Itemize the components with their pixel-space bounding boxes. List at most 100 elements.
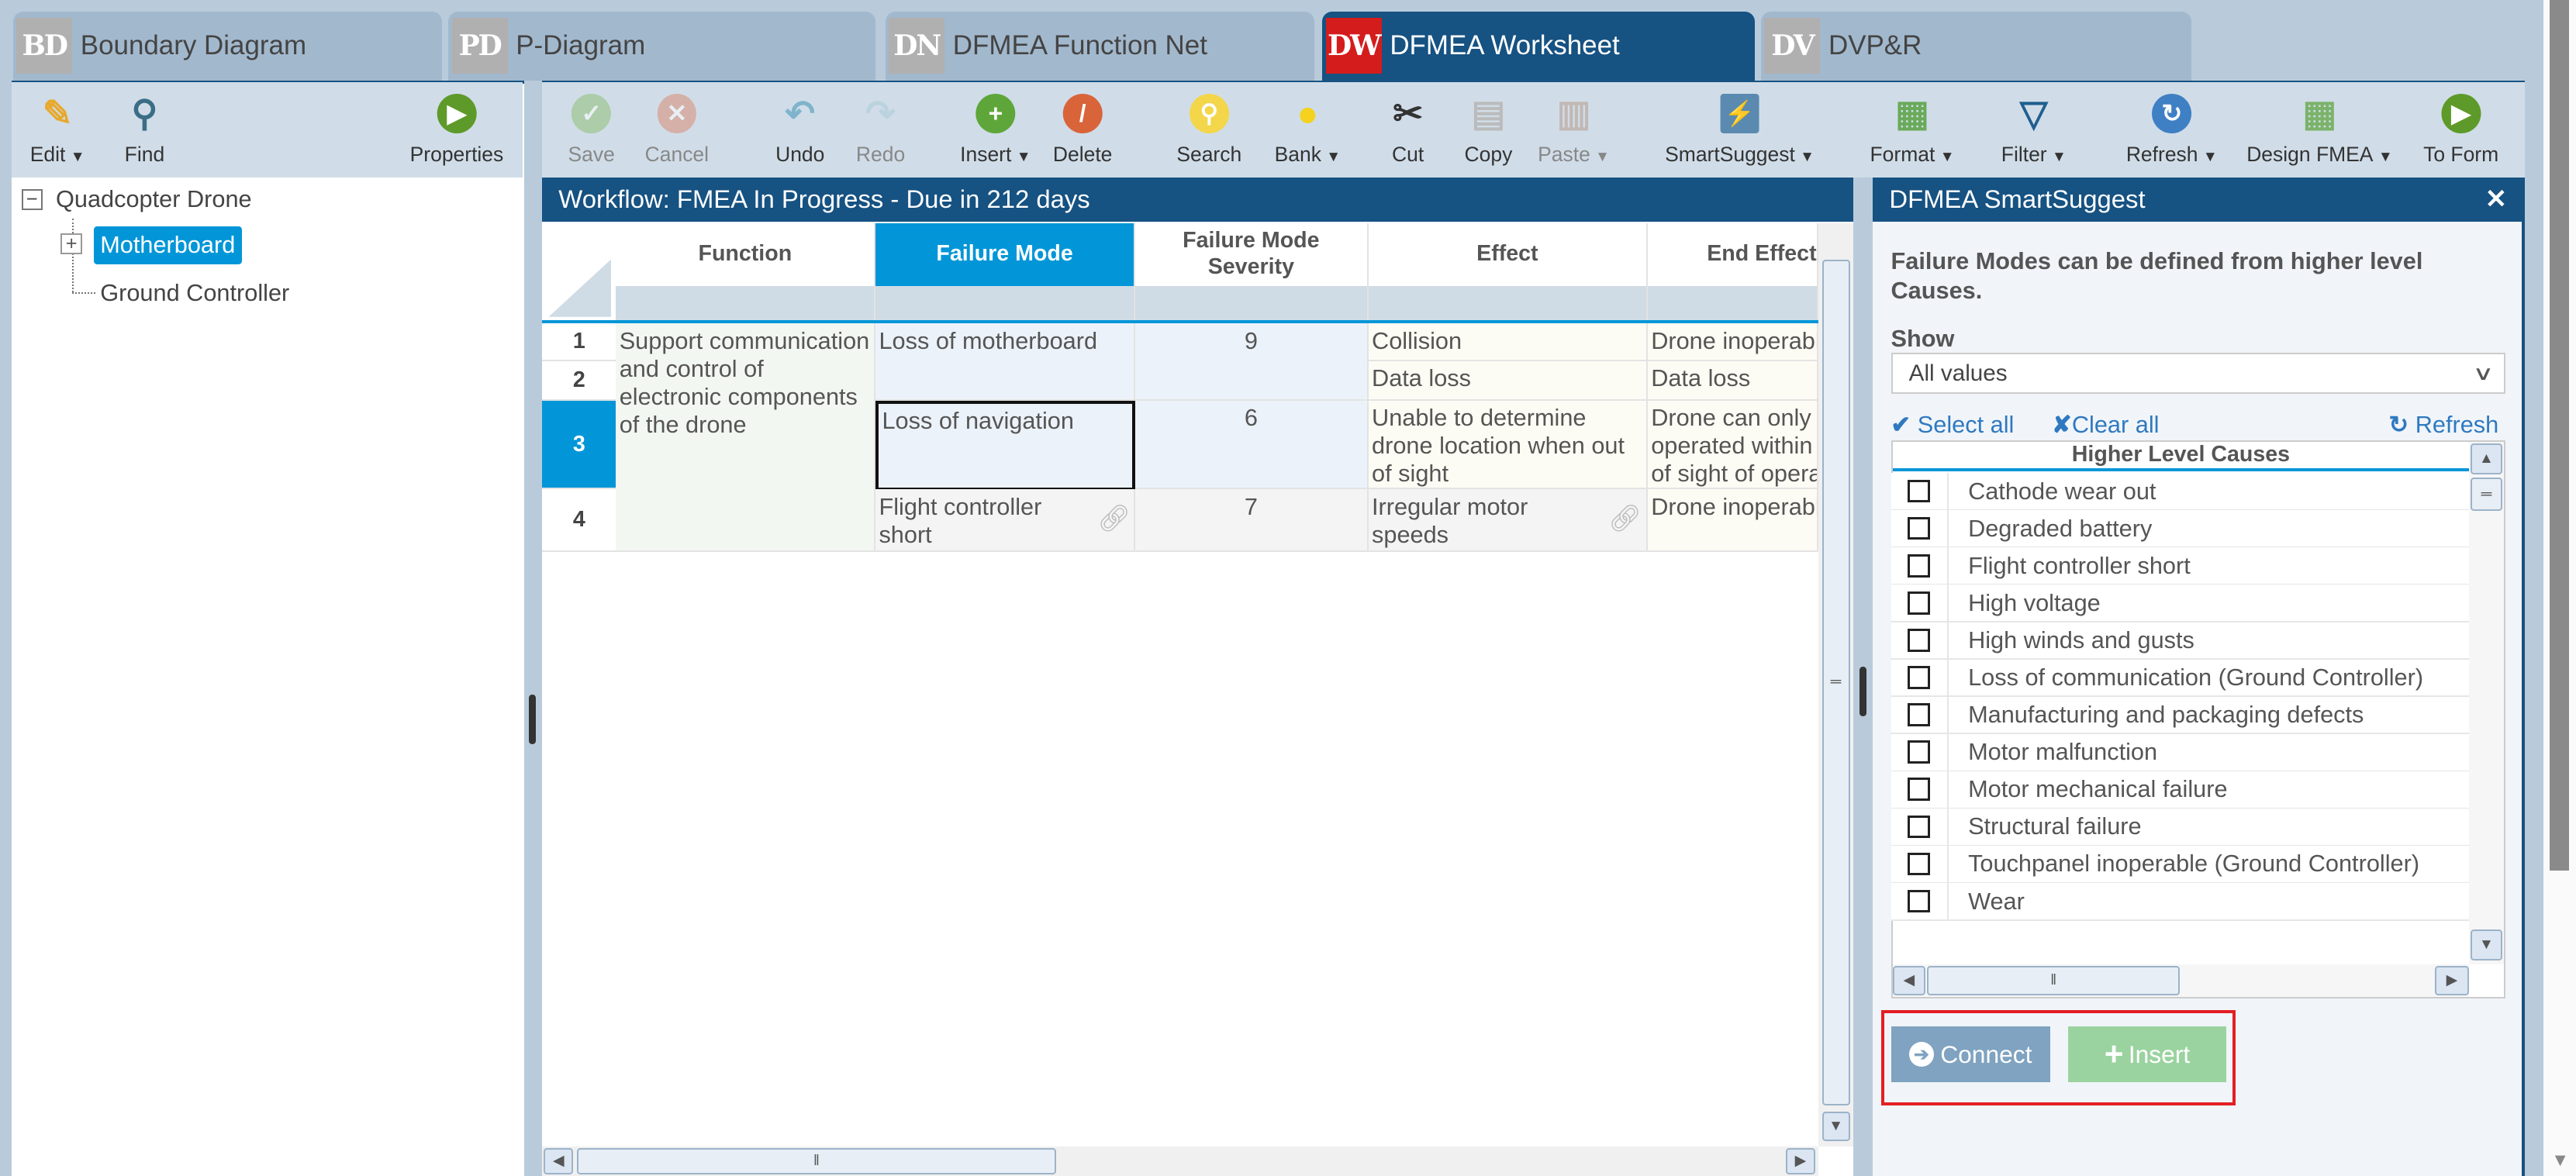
row-number[interactable]: 4 [542,489,616,552]
column-header-severity[interactable]: Failure Mode Severity [1134,223,1369,286]
column-header-failure-mode[interactable]: Failure Mode [875,223,1135,286]
cell-end-effect[interactable]: Drone can only be operated within line o… [1647,400,1819,490]
horizontal-scroll-thumb[interactable]: ‖ [1927,965,2181,995]
column-header-end-effect[interactable]: End Effect [1647,223,1819,286]
tab-boundary-diagram[interactable]: BD Boundary Diagram [12,11,442,81]
cell-end-effect[interactable]: Data loss [1647,361,1819,401]
copy-button[interactable]: ▤ Copy [1465,82,1513,178]
cause-list-item[interactable]: High winds and gusts [1891,622,2470,660]
checkbox[interactable] [1907,554,1931,578]
filter-cell[interactable] [1647,285,1819,321]
list-vertical-scrollbar[interactable]: ▲ ═ ▼ [2469,441,2504,964]
cause-list-item[interactable]: Structural failure [1891,808,2470,847]
clear-all-link[interactable]: ✘Clear all [2052,411,2159,439]
right-splitter[interactable] [1853,177,1873,1176]
checkbox[interactable] [1907,815,1931,839]
cancel-button[interactable]: ✕ Cancel [645,82,709,178]
cell-effect[interactable]: Collision [1368,323,1648,362]
cell-failure-mode-active[interactable]: Loss of navigation [875,400,1135,491]
cell-severity[interactable]: 7 [1134,489,1369,552]
grid-horizontal-scrollbar[interactable]: ◀ ‖ ▶ [542,1146,1819,1176]
search-button[interactable]: ⚲ Search [1176,82,1241,178]
design-fmea-button[interactable]: ▦ Design FMEA ▼ [2246,82,2392,178]
page-scrollbar[interactable]: ▼ [2543,0,2576,1176]
page-scrollbar-thumb[interactable] [2550,0,2570,871]
edit-button[interactable]: ✎ Edit ▼ [30,82,85,178]
redo-button[interactable]: ↷ Redo [856,82,905,178]
filter-cell[interactable] [1368,285,1648,321]
cut-button[interactable]: ✂ Cut [1388,82,1428,178]
delete-button[interactable]: / Delete [1053,82,1112,178]
vertical-scroll-thumb[interactable]: ═ [1822,259,1850,1105]
checkbox[interactable] [1907,479,1931,503]
close-icon[interactable]: ✕ [2485,184,2507,215]
insert-button[interactable]: + Insert ▼ [960,82,1031,178]
cause-list-item[interactable]: Manufacturing and packaging defects [1891,696,2470,735]
checkbox[interactable] [1907,666,1931,689]
filter-cell[interactable] [875,285,1135,321]
cell-severity[interactable]: 9 [1134,323,1369,401]
cause-list-item[interactable]: Wear [1891,883,2470,921]
list-header[interactable]: Higher Level Causes [1892,441,2470,472]
connect-button[interactable]: ➔ Connect [1891,1026,2050,1083]
scroll-down-icon[interactable]: ▼ [2471,929,2502,961]
select-all-link[interactable]: ✔ Select all [1891,411,2015,439]
refresh-button[interactable]: ↻ Refresh ▼ [2126,82,2218,178]
checkbox[interactable] [1907,889,1931,913]
cell-effect[interactable]: Irregular motor speeds [1368,489,1648,552]
checkbox[interactable] [1907,778,1931,802]
collapse-icon[interactable]: − [21,188,43,211]
paste-button[interactable]: ▥ Paste ▼ [1538,82,1610,178]
save-button[interactable]: ✓ Save [568,82,615,178]
tab-dfmea-function-net[interactable]: DN DFMEA Function Net [885,11,1314,81]
cause-list-item[interactable]: High voltage [1891,585,2470,623]
checkbox[interactable] [1907,591,1931,615]
list-horizontal-scrollbar[interactable]: ◀ ‖ ▶ [1892,964,2470,997]
cause-list-item[interactable]: Touchpanel inoperable (Ground Controller… [1891,846,2470,884]
filter-cell[interactable] [616,285,876,321]
select-all-corner[interactable] [542,223,616,321]
filter-button[interactable]: ▽ Filter ▼ [2001,82,2067,178]
vertical-scroll-thumb[interactable]: ═ [2471,478,2502,511]
column-header-effect[interactable]: Effect [1368,223,1648,286]
format-button[interactable]: ▦ Format ▼ [1870,82,1955,178]
cause-list-item[interactable]: Motor malfunction [1891,733,2470,772]
grid-vertical-scrollbar[interactable]: ═ ▼ [1818,223,1853,1147]
horizontal-scroll-thumb[interactable]: ‖ [576,1147,1057,1174]
tab-p-diagram[interactable]: PD P-Diagram [448,11,876,81]
tree-node-root[interactable]: − Quadcopter Drone [21,185,252,213]
cell-failure-mode[interactable]: Loss of motherboard [875,323,1135,401]
left-splitter[interactable] [523,80,543,1176]
cause-list-item[interactable]: Cathode wear out [1891,473,2470,511]
cell-end-effect[interactable]: Drone inoperable [1647,489,1819,552]
cause-list-item[interactable]: Flight controller short [1891,547,2470,586]
cause-list-item[interactable]: Motor mechanical failure [1891,771,2470,809]
cell-severity[interactable]: 6 [1134,400,1369,490]
show-select[interactable]: All values ∨ [1891,353,2505,395]
row-number[interactable]: 1 [542,323,616,362]
cell-end-effect[interactable]: Drone inoperable [1647,323,1819,362]
cause-list-item[interactable]: Degraded battery [1891,510,2470,548]
cell-effect[interactable]: Unable to determine drone location when … [1368,400,1648,490]
to-form-button[interactable]: ▶ To Form [2423,82,2498,178]
expand-icon[interactable]: + [60,233,82,255]
scroll-right-icon[interactable]: ▶ [1785,1147,1816,1174]
tab-dfmea-worksheet[interactable]: DW DFMEA Worksheet [1322,11,1755,81]
cell-function[interactable]: Support communication and control of ele… [616,323,876,552]
scroll-left-icon[interactable]: ◀ [544,1147,574,1174]
tree-node-motherboard[interactable]: Motherboard [93,226,242,265]
find-button[interactable]: ⚲ Find [125,82,165,178]
scroll-left-icon[interactable]: ◀ [1892,965,1925,995]
column-header-function[interactable]: Function [616,223,876,286]
tab-dvp-r[interactable]: DV DVP&R [1761,11,2192,81]
scroll-down-arrow-icon[interactable]: ▼ [2551,1150,2569,1171]
bank-button[interactable]: ● Bank ▼ [1275,82,1342,178]
filter-cell[interactable] [1134,285,1369,321]
undo-button[interactable]: ↶ Undo [775,82,824,178]
checkbox[interactable] [1907,852,1931,876]
smartsuggest-button[interactable]: ⚡ SmartSuggest ▼ [1665,82,1815,178]
checkbox[interactable] [1907,703,1931,726]
scroll-down-icon[interactable]: ▼ [1822,1112,1850,1142]
row-number-selected[interactable]: 3 [542,400,616,490]
row-number[interactable]: 2 [542,361,616,401]
